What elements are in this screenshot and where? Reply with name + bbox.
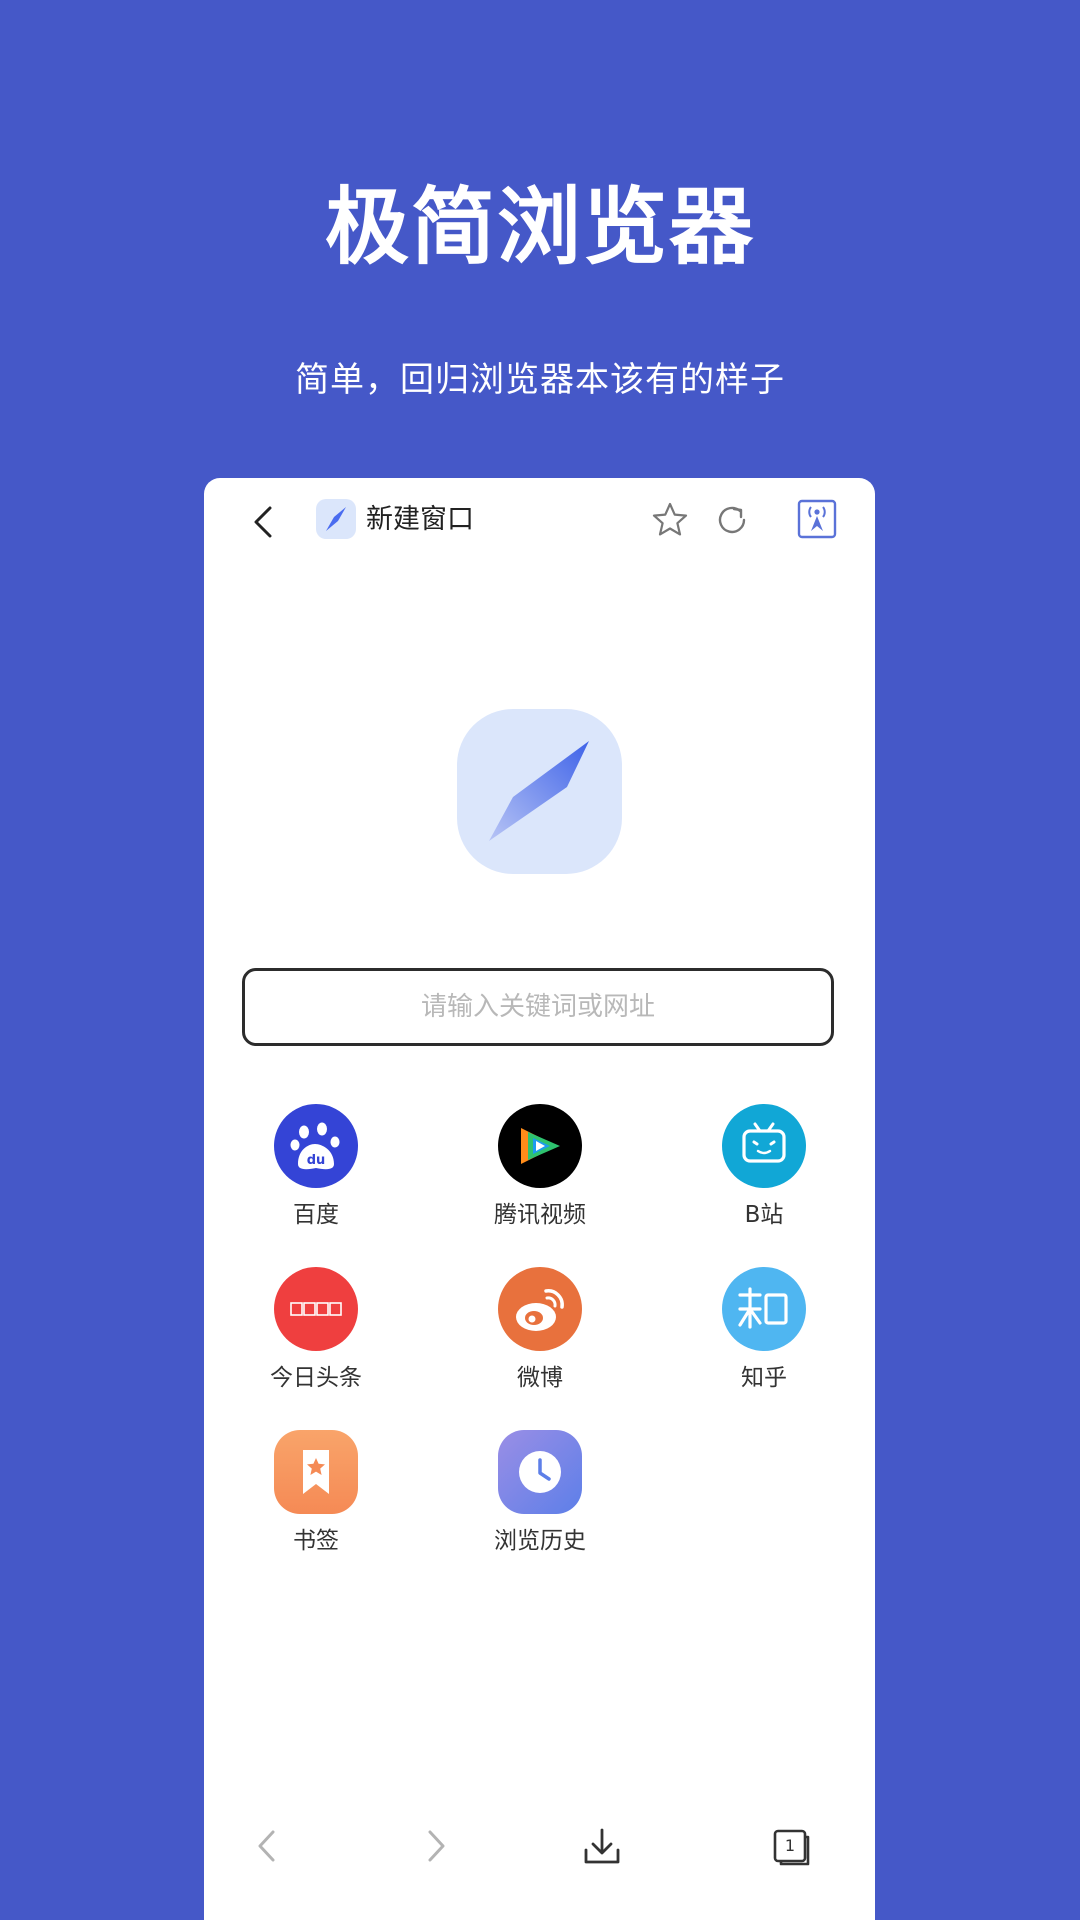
tab-title[interactable]: 新建窗口 <box>366 500 474 540</box>
bilibili-icon <box>722 1104 806 1188</box>
back-icon[interactable] <box>244 502 284 542</box>
promo-title: 极简浏览器 <box>324 178 755 276</box>
star-icon[interactable] <box>650 500 690 540</box>
bottom-toolbar: 1 <box>204 1810 875 1890</box>
browser-logo-icon <box>457 709 622 874</box>
shortcut-label: 浏览历史 <box>494 1528 586 1554</box>
shortcut-tencent-video[interactable]: 腾讯视频 <box>460 1104 620 1244</box>
download-icon[interactable] <box>578 1822 626 1870</box>
baidu-icon: du <box>274 1104 358 1188</box>
history-icon <box>498 1430 582 1514</box>
weibo-icon <box>498 1267 582 1351</box>
back-arrow-icon[interactable] <box>244 1822 292 1870</box>
shortcut-zhihu[interactable]: 知乎 <box>684 1267 844 1407</box>
toutiao-icon <box>274 1267 358 1351</box>
shortcut-toutiao[interactable]: 今日头条 <box>236 1267 396 1407</box>
reload-icon[interactable] <box>712 500 752 540</box>
shortcut-label: 今日头条 <box>270 1365 362 1391</box>
search-input[interactable] <box>242 968 834 1046</box>
zhihu-icon <box>722 1267 806 1351</box>
shortcut-bilibili[interactable]: B站 <box>684 1104 844 1244</box>
shortcut-label: 书签 <box>293 1528 339 1554</box>
shortcut-label: B站 <box>744 1202 784 1228</box>
top-bar: 新建窗口 <box>204 478 875 562</box>
shortcut-baidu[interactable]: du 百度 <box>236 1104 396 1244</box>
compass-icon <box>316 499 356 539</box>
browser-window: 新建窗口 请输入关键词或网址 du 百度 腾讯视频 B站 今日头条 微博 知乎 … <box>204 478 875 1920</box>
tencent-video-icon <box>498 1104 582 1188</box>
promo-subtitle: 简单，回归浏览器本该有的样子 <box>295 360 785 400</box>
shortcut-bookmark[interactable]: 书签 <box>236 1430 396 1570</box>
shortcut-weibo[interactable]: 微博 <box>460 1267 620 1407</box>
shortcut-history[interactable]: 浏览历史 <box>460 1430 620 1570</box>
shortcut-label: 腾讯视频 <box>494 1202 586 1228</box>
svg-text:du: du <box>307 1153 326 1168</box>
shortcut-label: 微博 <box>517 1365 563 1391</box>
tabs-button[interactable]: 1 <box>766 1822 814 1870</box>
forward-arrow-icon[interactable] <box>411 1822 459 1870</box>
shortcut-label: 知乎 <box>741 1365 787 1391</box>
sniff-icon[interactable] <box>796 498 838 540</box>
bookmark-icon <box>274 1430 358 1514</box>
shortcut-label: 百度 <box>293 1202 339 1228</box>
tab-count: 1 <box>784 1836 796 1855</box>
